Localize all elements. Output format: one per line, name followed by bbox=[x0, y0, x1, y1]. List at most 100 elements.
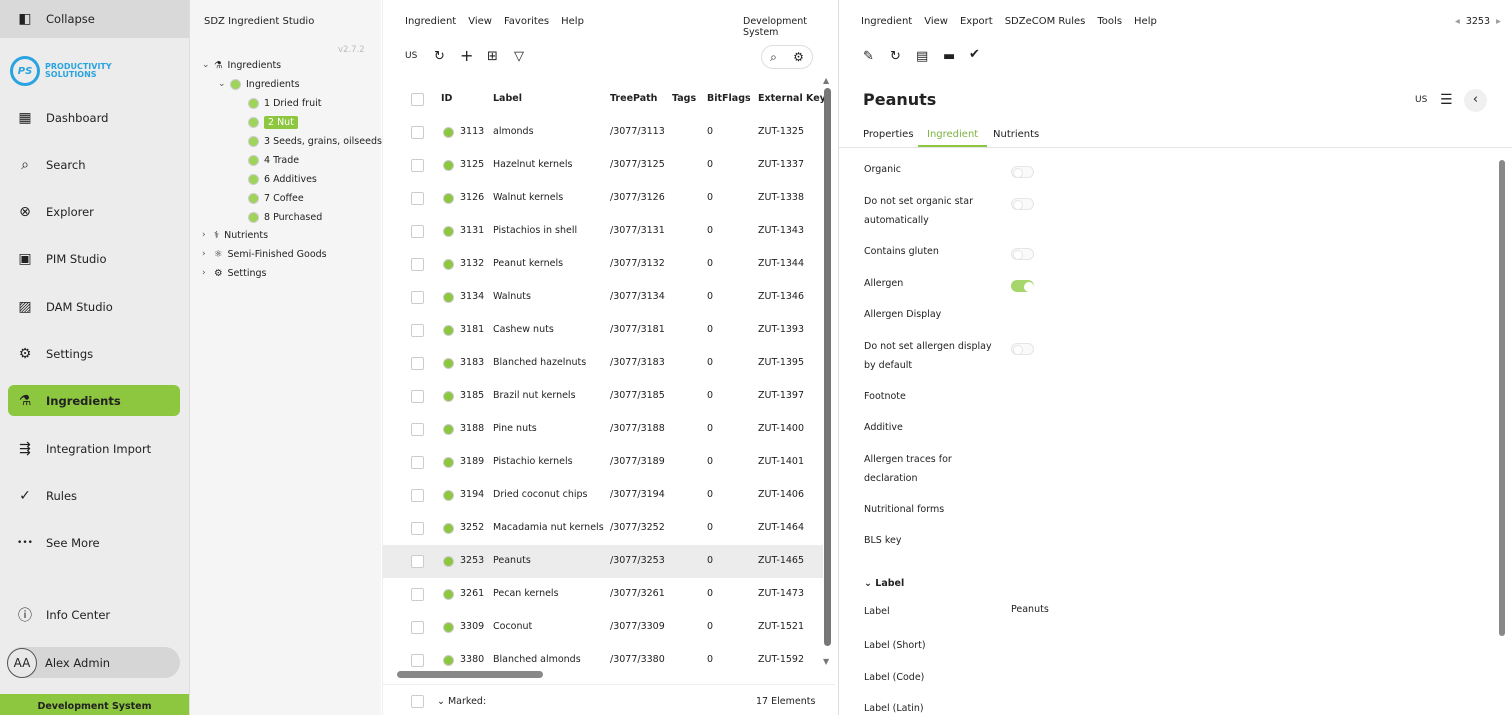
row-checkbox[interactable] bbox=[411, 654, 424, 667]
select-all-checkbox[interactable] bbox=[411, 93, 424, 106]
row-checkbox[interactable] bbox=[411, 357, 424, 370]
tree-node-semi-finished-goods[interactable]: ›⚛Semi-Finished Goods bbox=[202, 246, 327, 262]
menu-help[interactable]: Help bbox=[561, 16, 584, 27]
document-icon[interactable]: ▤ bbox=[916, 49, 928, 64]
scroll-up-icon[interactable]: ▲ bbox=[823, 76, 829, 85]
tab-properties[interactable]: Properties bbox=[863, 129, 914, 140]
label-field-value[interactable]: Peanuts bbox=[1011, 600, 1311, 619]
toggle-organic[interactable] bbox=[1011, 166, 1034, 178]
edit-icon[interactable]: ✎ bbox=[863, 49, 874, 64]
table-row[interactable]: 3188Pine nuts/3077/31880ZUT-1400 bbox=[383, 413, 823, 446]
table-row[interactable]: 3113almonds/3077/31130ZUT-1325 bbox=[383, 116, 823, 149]
column-header-tags[interactable]: Tags bbox=[672, 93, 696, 104]
row-checkbox[interactable] bbox=[411, 390, 424, 403]
chevron-right-icon[interactable]: › bbox=[202, 230, 214, 240]
sidebar-item-integration-import[interactable]: ⇶Integration Import bbox=[8, 433, 180, 464]
search-icon[interactable]: ⌕ bbox=[770, 50, 777, 65]
tree-node-category[interactable]: 1 Dried fruit bbox=[248, 95, 321, 111]
tree-node-ingredients-root[interactable]: ⌄⚗Ingredients bbox=[202, 57, 281, 73]
toggle-do-not-set-allergen-display-by-default[interactable] bbox=[1011, 343, 1034, 355]
marked-checkbox[interactable] bbox=[411, 695, 424, 708]
sidebar-item-search[interactable]: ⌕Search bbox=[8, 149, 180, 180]
table-row[interactable]: 3125Hazelnut kernels/3077/31250ZUT-1337 bbox=[383, 149, 823, 182]
table-row[interactable]: 3181Cashew nuts/3077/31810ZUT-1393 bbox=[383, 314, 823, 347]
row-checkbox[interactable] bbox=[411, 555, 424, 568]
sidebar-item-ingredients[interactable]: ⚗Ingredients bbox=[8, 385, 180, 416]
tree-node-category[interactable]: 7 Coffee bbox=[248, 190, 304, 206]
next-record-icon[interactable]: ▸ bbox=[1496, 16, 1501, 27]
refresh-icon[interactable]: ↻ bbox=[890, 49, 901, 64]
table-row[interactable]: 3134Walnuts/3077/31340ZUT-1346 bbox=[383, 281, 823, 314]
user-menu[interactable]: AAAlex Admin bbox=[7, 647, 180, 678]
menu-help[interactable]: Help bbox=[1134, 16, 1157, 27]
menu-ingredient[interactable]: Ingredient bbox=[861, 16, 912, 27]
row-checkbox[interactable] bbox=[411, 192, 424, 205]
tree-node-category[interactable]: 8 Purchased bbox=[248, 209, 322, 225]
scroll-down-icon[interactable]: ▼ bbox=[823, 657, 829, 666]
column-header-bitflags[interactable]: BitFlags bbox=[707, 93, 751, 104]
sidebar-item-settings[interactable]: ⚙Settings bbox=[8, 338, 180, 369]
toggle-contains-gluten[interactable] bbox=[1011, 248, 1034, 260]
horizontal-scrollbar[interactable] bbox=[397, 671, 543, 678]
table-row[interactable]: 3126Walnut kernels/3077/31260ZUT-1338 bbox=[383, 182, 823, 215]
tree-node-ingredients[interactable]: ⌄Ingredients bbox=[218, 76, 300, 92]
table-row[interactable]: 3194Dried coconut chips/3077/31940ZUT-14… bbox=[383, 479, 823, 512]
sidebar-item-explorer[interactable]: ⊗Explorer bbox=[8, 196, 180, 227]
row-checkbox[interactable] bbox=[411, 456, 424, 469]
chevron-right-icon[interactable]: › bbox=[202, 268, 214, 278]
add-folder-icon[interactable]: ⊞ bbox=[487, 49, 498, 64]
briefcase-icon[interactable]: ▬ bbox=[943, 49, 955, 64]
row-checkbox[interactable] bbox=[411, 423, 424, 436]
table-row[interactable]: 3132Peanut kernels/3077/31320ZUT-1344 bbox=[383, 248, 823, 281]
sliders-icon[interactable]: ☰ bbox=[1440, 92, 1453, 108]
table-row[interactable]: 3261Pecan kernels/3077/32610ZUT-1473 bbox=[383, 578, 823, 611]
menu-favorites[interactable]: Favorites bbox=[504, 16, 549, 27]
menu-view[interactable]: View bbox=[468, 16, 492, 27]
table-row[interactable]: 3131Pistachios in shell/3077/31310ZUT-13… bbox=[383, 215, 823, 248]
column-header-external-key[interactable]: External Key bbox=[758, 93, 826, 104]
tree-node-category[interactable]: 2 Nut bbox=[248, 114, 298, 130]
column-header-id[interactable]: ID bbox=[441, 93, 452, 104]
collapse-button[interactable]: ◧Collapse bbox=[0, 0, 189, 38]
tree-node-nutrients[interactable]: ›⚕Nutrients bbox=[202, 227, 268, 243]
row-checkbox[interactable] bbox=[411, 588, 424, 601]
table-row[interactable]: 3253Peanuts/3077/32530ZUT-1465 bbox=[383, 545, 823, 578]
chevron-right-icon[interactable]: › bbox=[202, 249, 214, 259]
row-checkbox[interactable] bbox=[411, 522, 424, 535]
row-checkbox[interactable] bbox=[411, 291, 424, 304]
sidebar-item-dashboard[interactable]: ▦Dashboard bbox=[8, 102, 180, 133]
sidebar-item-dam-studio[interactable]: ▨DAM Studio bbox=[8, 291, 180, 322]
collapse-panel-button[interactable]: ‹ bbox=[1464, 89, 1487, 112]
marked-toggle[interactable]: ⌄ Marked: bbox=[437, 696, 486, 707]
toggle-do-not-set-organic-star-automatically[interactable] bbox=[1011, 198, 1034, 210]
sidebar-item-rules[interactable]: ✓Rules bbox=[8, 480, 180, 511]
column-header-treepath[interactable]: TreePath bbox=[610, 93, 657, 104]
menu-export[interactable]: Export bbox=[960, 16, 993, 27]
menu-ingredient[interactable]: Ingredient bbox=[405, 16, 456, 27]
menu-view[interactable]: View bbox=[924, 16, 948, 27]
menu-sdzecom-rules[interactable]: SDZeCOM Rules bbox=[1005, 16, 1086, 27]
row-checkbox[interactable] bbox=[411, 159, 424, 172]
chevron-down-icon[interactable]: ⌄ bbox=[202, 60, 214, 70]
tab-ingredient[interactable]: Ingredient bbox=[918, 129, 987, 147]
toggle-allergen[interactable] bbox=[1011, 280, 1034, 292]
table-row[interactable]: 3185Brazil nut kernels/3077/31850ZUT-139… bbox=[383, 380, 823, 413]
tree-node-category[interactable]: 4 Trade bbox=[248, 152, 299, 168]
prev-record-icon[interactable]: ◂ bbox=[1455, 16, 1460, 27]
detail-scrollbar[interactable] bbox=[1499, 160, 1505, 636]
add-icon[interactable]: + bbox=[460, 46, 473, 65]
row-checkbox[interactable] bbox=[411, 621, 424, 634]
filter-icon[interactable]: ▽ bbox=[514, 49, 524, 64]
row-checkbox[interactable] bbox=[411, 489, 424, 502]
tab-nutrients[interactable]: Nutrients bbox=[993, 129, 1039, 140]
menu-tools[interactable]: Tools bbox=[1097, 16, 1122, 27]
table-row[interactable]: 3183Blanched hazelnuts/3077/31830ZUT-139… bbox=[383, 347, 823, 380]
sidebar-item-info-center[interactable]: ⓘInfo Center bbox=[8, 599, 180, 630]
row-checkbox[interactable] bbox=[411, 324, 424, 337]
row-checkbox[interactable] bbox=[411, 225, 424, 238]
table-row[interactable]: 3189Pistachio kernels/3077/31890ZUT-1401 bbox=[383, 446, 823, 479]
chevron-down-icon[interactable]: ⌄ bbox=[218, 79, 230, 89]
tree-node-settings[interactable]: ›⚙Settings bbox=[202, 265, 267, 281]
tree-node-category[interactable]: 3 Seeds, grains, oilseeds, l bbox=[248, 133, 391, 149]
locale-button[interactable]: US bbox=[405, 51, 417, 61]
